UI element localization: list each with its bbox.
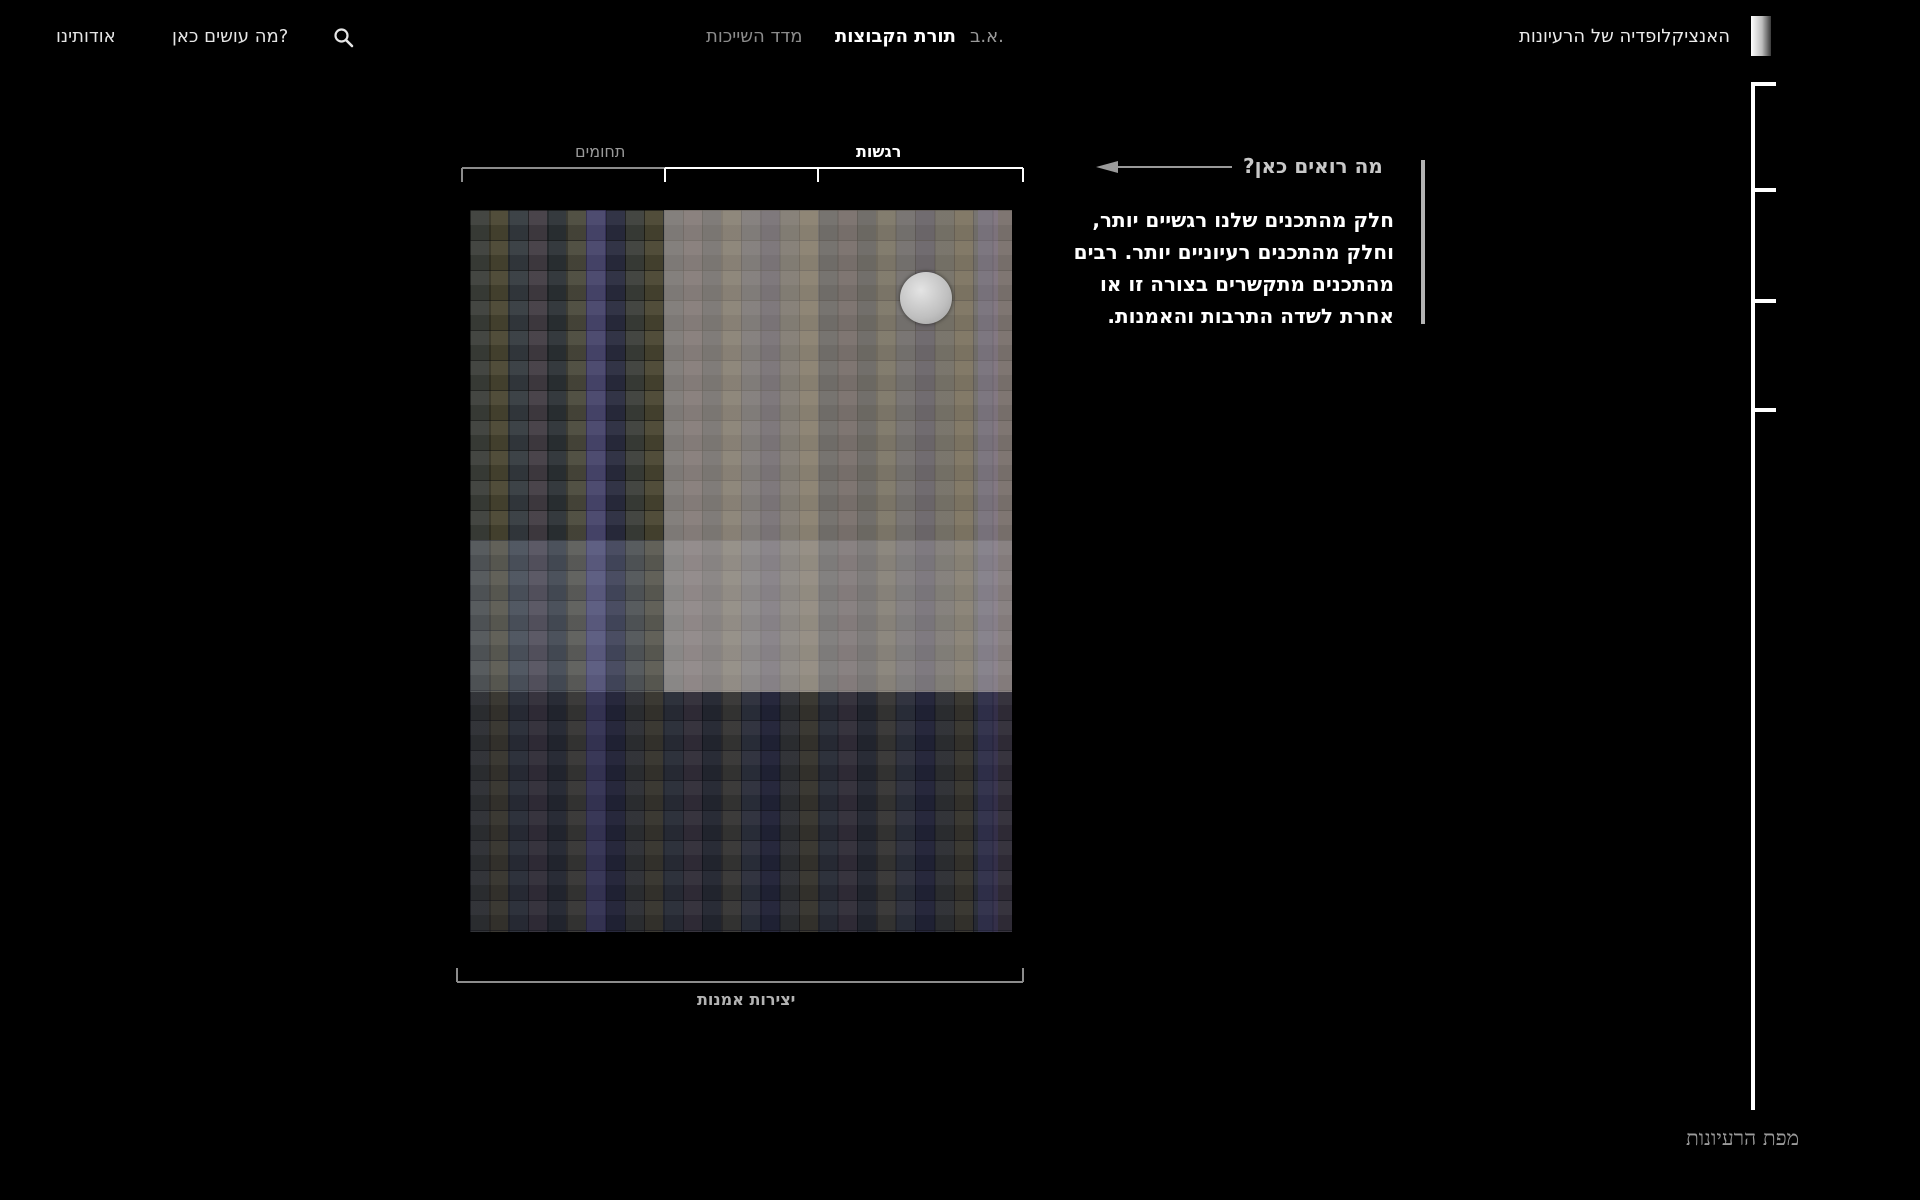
drag-handle[interactable] <box>900 272 952 324</box>
nav-belonging-index[interactable]: מדד השייכות <box>706 26 802 47</box>
bracket-domains <box>461 167 665 182</box>
site-title[interactable]: האנציקלופדיה של הרעיונות <box>1519 26 1730 47</box>
axis-label-artworks[interactable]: יצירות אמנות <box>697 990 795 1009</box>
axis-bracket-bottom <box>456 968 1024 983</box>
nav-set-theory[interactable]: תורת הקבוצות <box>835 26 956 47</box>
axis-label-domains[interactable]: תחומים <box>575 142 625 161</box>
arrow-left-icon <box>1096 161 1232 173</box>
rail-tick[interactable] <box>1751 188 1776 192</box>
nav-alphabetical[interactable]: א.ב. <box>970 26 1004 47</box>
idea-map-rail <box>1751 82 1755 1110</box>
explanation-title: מה רואים כאן? <box>1243 154 1383 178</box>
idea-map-label[interactable]: מפת הרעיונות <box>1686 1126 1799 1151</box>
rail-tick[interactable] <box>1751 408 1776 412</box>
about-link[interactable]: אודותינו <box>56 26 116 47</box>
axis-bracket-top <box>461 167 1024 182</box>
what-we-do-link[interactable]: מה עושים כאן? <box>172 26 288 47</box>
explanation-divider <box>1421 160 1425 324</box>
top-bar: אודותינו מה עושים כאן? מדד השייכות תורת … <box>0 0 1920 80</box>
logo-mark[interactable] <box>1751 16 1771 56</box>
axis-label-emotions[interactable]: רגשות <box>856 142 901 161</box>
content-mosaic[interactable] <box>470 210 1012 932</box>
rail-tick[interactable] <box>1751 299 1776 303</box>
search-icon[interactable] <box>332 26 356 50</box>
rail-tick[interactable] <box>1751 82 1776 86</box>
bracket-emotions <box>664 167 1024 182</box>
explanation-body: חלק מהתכנים שלנו רגשיים יותר, וחלק מהתכנ… <box>1073 208 1394 328</box>
